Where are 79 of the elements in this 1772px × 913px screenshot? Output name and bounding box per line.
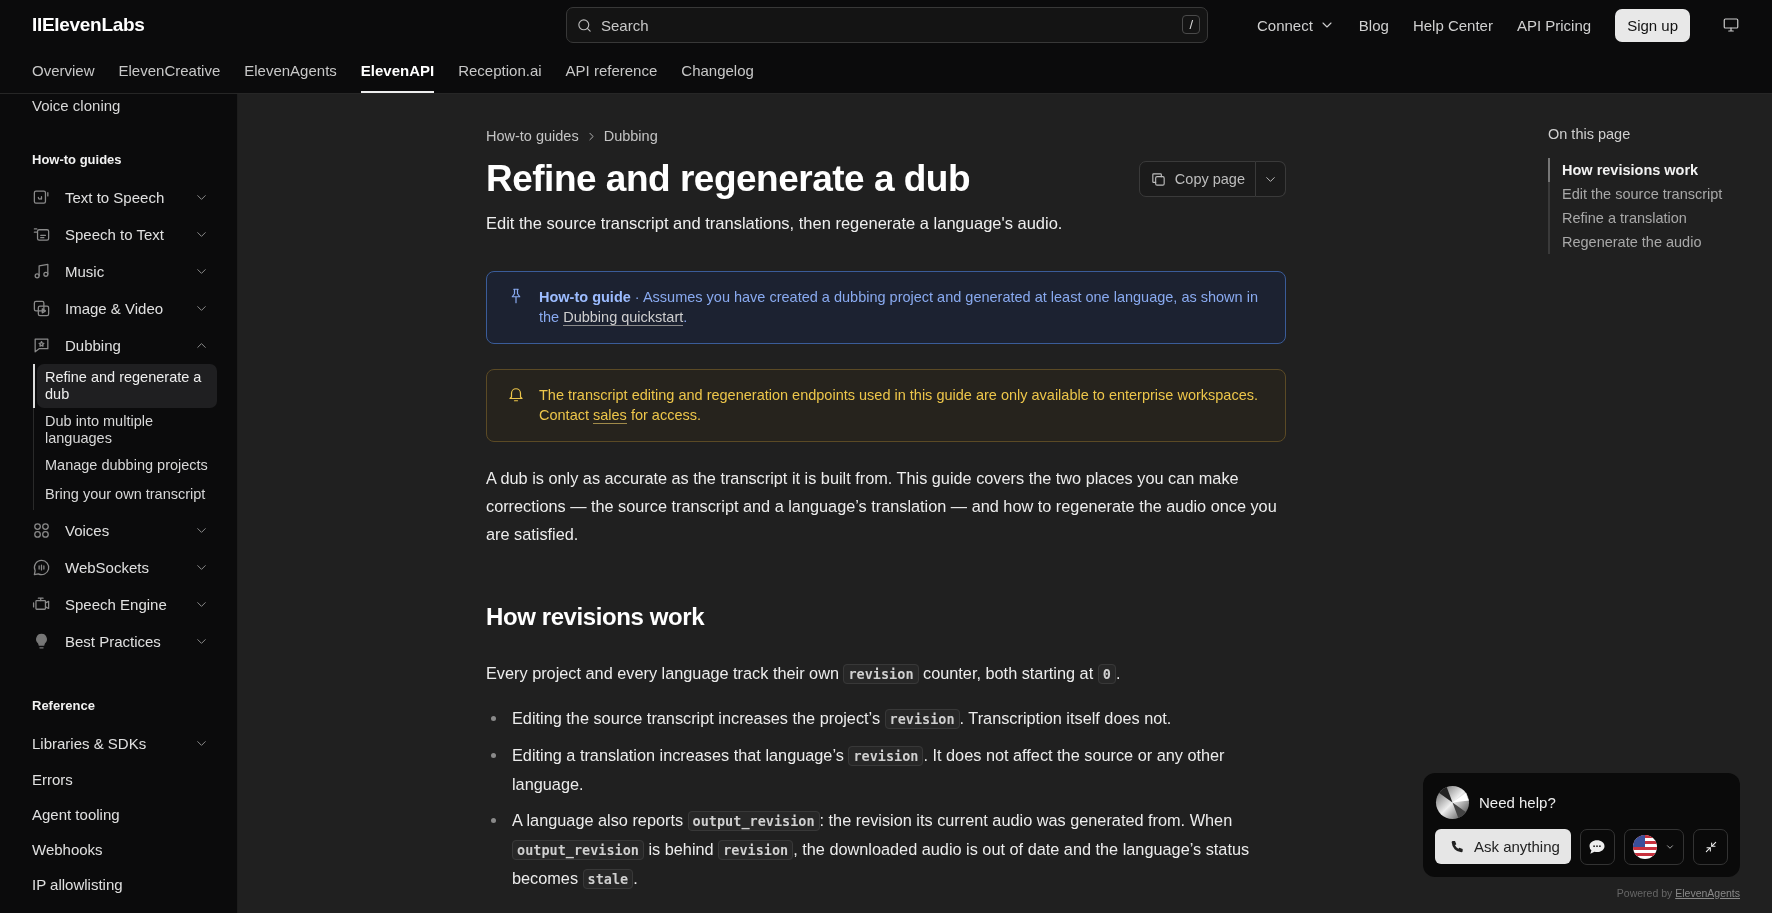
search-icon — [576, 17, 593, 34]
sidebar-item[interactable]: WebSockets — [32, 549, 209, 586]
music-note-icon — [32, 262, 51, 281]
sidebar-subitem[interactable]: Refine and regenerate a dub — [37, 364, 217, 408]
sidebar-item[interactable]: Webhooks — [32, 832, 209, 867]
list-item-text: Editing the source transcript increases the project’s revision . Transcription itself does not. — [512, 708, 1172, 731]
link[interactable]: ElevenAgents — [1675, 887, 1740, 899]
toc-link[interactable]: Refine a translation — [1548, 206, 1748, 230]
chevron-down-icon — [1665, 842, 1675, 852]
text-box-icon — [32, 188, 51, 207]
avatar-icon — [1435, 785, 1470, 820]
nav-link[interactable]: Blog — [1358, 16, 1389, 34]
copy-icon — [1149, 170, 1167, 188]
sidebar-item[interactable]: Speech to Text — [32, 216, 209, 253]
callout-text: The transcript editing and regeneration endpoints used in this guide are only available to enterprise workspaces. Contact sales for access. — [539, 386, 1259, 425]
nav-tab[interactable]: ElevenCreative — [118, 50, 221, 93]
bullet-dot — [491, 818, 496, 823]
powered-by-text: Powered by ElevenAgents — [1616, 887, 1740, 899]
sidebar-link[interactable]: Voice cloning — [32, 96, 209, 116]
help-title: Need help? — [1479, 794, 1556, 811]
paragraph: A dub is only as accurate as the transcript it is built from. This guide covers the two places you can make corrections — the source transcript and a language’s translation — and how to regenerate the audio once you are satisfied. — [486, 468, 1278, 545]
copy-page-button[interactable]: Copy page — [1138, 161, 1256, 197]
page-title: Refine and regenerate a dub — [486, 158, 972, 200]
nav-tab[interactable]: ElevenAPI — [360, 50, 435, 93]
toc-heading: On this page — [1548, 126, 1632, 144]
sidebar-item[interactable]: Best Practices — [32, 623, 209, 660]
nav-tab[interactable]: Reception.ai — [458, 50, 542, 93]
nav-tab[interactable]: API reference — [565, 50, 658, 93]
sidebar-item[interactable]: Image & Video — [32, 290, 209, 327]
ask-button[interactable]: Ask anything — [1435, 829, 1571, 864]
section-heading: Reference — [32, 698, 96, 713]
page-subtitle: Edit the source transcript and translations, then regenerate a language's audio. — [486, 214, 1064, 233]
bell-icon — [507, 385, 525, 403]
sidebar-item[interactable]: Speech Engine — [32, 586, 209, 623]
bullet-dot — [491, 716, 496, 721]
breadcrumb-link[interactable]: Dubbing — [603, 128, 658, 144]
shortcut-key: / — [1182, 15, 1200, 34]
chat-star-icon — [32, 336, 51, 355]
list-item-text: Editing a translation increases that language’s revision . It does not affect the source or any other language. — [512, 745, 1226, 795]
flag-icon — [1633, 835, 1657, 859]
sidebar-item[interactable]: Text to Speech — [32, 179, 209, 216]
nav-tab[interactable]: ElevenAgents — [244, 50, 337, 93]
nav-link[interactable]: Help Center — [1412, 16, 1493, 34]
monitor-icon[interactable] — [1722, 16, 1740, 34]
nav-menu[interactable]: Connect — [1256, 16, 1335, 34]
language-select[interactable] — [1623, 829, 1685, 865]
sidebar-item[interactable]: Agent tooling — [32, 797, 209, 832]
toc-link[interactable]: Edit the source transcript — [1548, 182, 1748, 206]
caption-icon — [32, 225, 51, 244]
toc-link[interactable]: Regenerate the audio — [1548, 230, 1748, 254]
section-heading: How-to guides — [32, 152, 123, 167]
breadcrumb-link[interactable]: How-to guides — [486, 128, 579, 144]
callout-text: How-to guide · Assumes you have created a dubbing project and generated at least one language, as shown in the Dubbing quickstart. — [539, 288, 1259, 327]
sidebar-subitem[interactable]: Manage dubbing projects — [37, 452, 217, 481]
sidebar-subitem[interactable]: Bring your own transcript — [37, 481, 217, 510]
chat-bars-icon — [32, 558, 51, 577]
nav-link[interactable]: API Pricing — [1516, 16, 1592, 34]
toc-link[interactable]: How revisions work — [1548, 158, 1748, 182]
sidebar-item[interactable]: Dubbing — [32, 327, 209, 364]
sidebar-item[interactable]: Voices — [32, 512, 209, 549]
sidebar-subitem[interactable]: Dub into multiple languages — [37, 408, 217, 452]
chat-button[interactable] — [1580, 829, 1615, 865]
sign-up-button[interactable]: Sign up — [1615, 8, 1690, 42]
play-frame-icon — [32, 299, 51, 318]
sidebar-item[interactable]: IP allowlisting — [32, 867, 209, 902]
sidebar-item[interactable]: Music — [32, 253, 209, 290]
bullet-dot — [491, 753, 496, 758]
list-item-text: A language also reports output_revision : the revision its current audio was generated from. When output_revision is behind revision , the downloaded audio is out of date and the language’s status becomes stale . — [512, 810, 1251, 891]
sidebar-item[interactable]: Libraries & SDKs — [32, 725, 209, 762]
section-heading: How revisions work — [486, 603, 706, 631]
paragraph: Every project and every language track their own revision counter, both starting at 0 . — [486, 663, 1122, 686]
phone-icon — [1449, 838, 1465, 855]
nav-tab[interactable]: Overview — [32, 50, 95, 93]
link[interactable]: sales — [593, 407, 627, 424]
collapse-button[interactable] — [1693, 829, 1728, 865]
circles-icon — [32, 521, 51, 540]
logo[interactable]: IIElevenLabs — [32, 14, 566, 36]
sidebar-item[interactable]: Errors — [32, 762, 209, 797]
nav-tab[interactable]: Changelog — [681, 50, 754, 93]
